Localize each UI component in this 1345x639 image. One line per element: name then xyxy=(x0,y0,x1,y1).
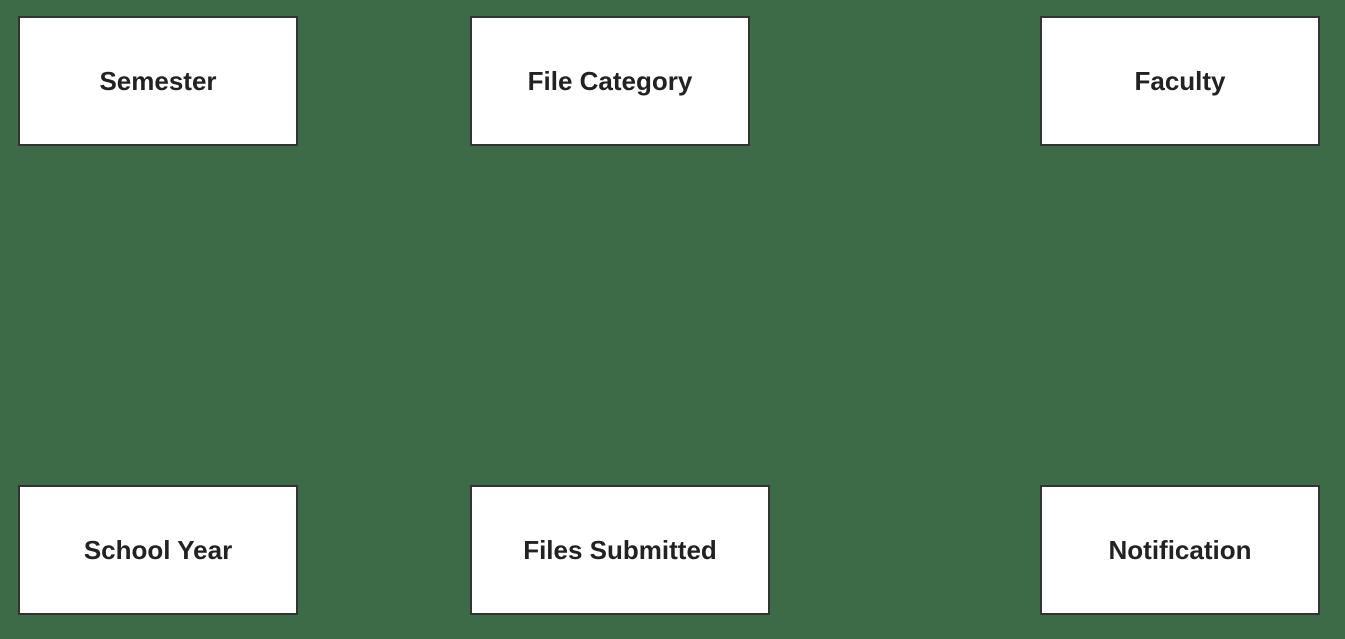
entity-notification: Notification xyxy=(1040,485,1320,615)
entity-semester: Semester xyxy=(18,16,298,146)
entity-faculty-label: Faculty xyxy=(1134,66,1225,97)
entity-faculty: Faculty xyxy=(1040,16,1320,146)
entity-school-year-label: School Year xyxy=(84,535,232,566)
entity-notification-label: Notification xyxy=(1109,535,1252,566)
entity-school-year: School Year xyxy=(18,485,298,615)
entity-files-submitted-label: Files Submitted xyxy=(523,535,717,566)
entity-file-category-label: File Category xyxy=(528,66,693,97)
entity-file-category: File Category xyxy=(470,16,750,146)
entity-files-submitted: Files Submitted xyxy=(470,485,770,615)
entity-semester-label: Semester xyxy=(99,66,216,97)
